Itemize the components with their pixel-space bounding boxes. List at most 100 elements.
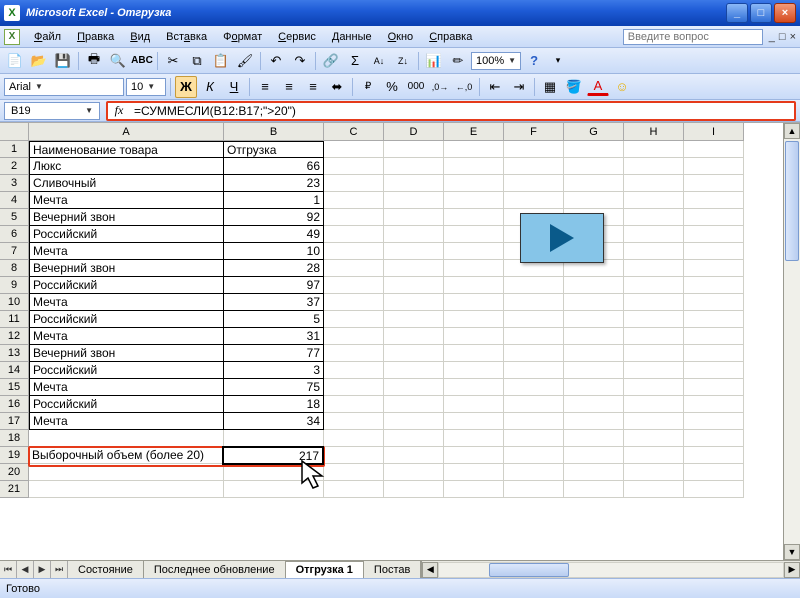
- cell-I8[interactable]: [684, 260, 744, 277]
- col-header-A[interactable]: A: [29, 123, 224, 141]
- sheet-tab-2[interactable]: Отгрузка 1: [286, 561, 364, 578]
- font-name-combo[interactable]: Arial▼: [4, 78, 124, 96]
- scroll-track-horizontal[interactable]: [438, 562, 784, 578]
- cell-E7[interactable]: [444, 243, 504, 260]
- cell-H1[interactable]: [624, 141, 684, 158]
- cell-H16[interactable]: [624, 396, 684, 413]
- borders-icon[interactable]: ▦: [539, 76, 561, 98]
- cell-C1[interactable]: [324, 141, 384, 158]
- scroll-up-button[interactable]: ▲: [784, 123, 800, 139]
- cell-F17[interactable]: [504, 413, 564, 430]
- cell-I5[interactable]: [684, 209, 744, 226]
- cell-C2[interactable]: [324, 158, 384, 175]
- cell-D8[interactable]: [384, 260, 444, 277]
- cell-H8[interactable]: [624, 260, 684, 277]
- spellcheck-icon[interactable]: ABC: [131, 50, 153, 72]
- cell-F20[interactable]: [504, 464, 564, 481]
- cell-H20[interactable]: [624, 464, 684, 481]
- cell-A16[interactable]: Российский: [29, 396, 224, 413]
- close-button[interactable]: ×: [774, 3, 796, 23]
- comma-icon[interactable]: 000: [405, 76, 427, 98]
- cell-B18[interactable]: [224, 430, 324, 447]
- cell-G16[interactable]: [564, 396, 624, 413]
- cell-E19[interactable]: [444, 447, 504, 464]
- cell-D16[interactable]: [384, 396, 444, 413]
- col-header-B[interactable]: B: [224, 123, 324, 141]
- cell-I7[interactable]: [684, 243, 744, 260]
- cell-E12[interactable]: [444, 328, 504, 345]
- cell-D9[interactable]: [384, 277, 444, 294]
- row-header-10[interactable]: 10: [0, 294, 29, 311]
- cell-H6[interactable]: [624, 226, 684, 243]
- cell-H3[interactable]: [624, 175, 684, 192]
- cell-B8[interactable]: 28: [224, 260, 324, 277]
- name-box[interactable]: B19 ▼: [4, 102, 100, 120]
- maximize-button[interactable]: □: [750, 3, 772, 23]
- scroll-thumb-horizontal[interactable]: [489, 563, 569, 577]
- cell-A3[interactable]: Сливочный: [29, 175, 224, 192]
- cell-F1[interactable]: [504, 141, 564, 158]
- cell-G18[interactable]: [564, 430, 624, 447]
- cell-F11[interactable]: [504, 311, 564, 328]
- cell-D1[interactable]: [384, 141, 444, 158]
- cell-D2[interactable]: [384, 158, 444, 175]
- cell-I21[interactable]: [684, 481, 744, 498]
- cell-G21[interactable]: [564, 481, 624, 498]
- cell-I20[interactable]: [684, 464, 744, 481]
- cell-E8[interactable]: [444, 260, 504, 277]
- sort-desc-icon[interactable]: Z↓: [392, 50, 414, 72]
- paste-icon[interactable]: 📋: [210, 50, 232, 72]
- row-header-21[interactable]: 21: [0, 481, 29, 498]
- cell-A14[interactable]: Российский: [29, 362, 224, 379]
- cell-I16[interactable]: [684, 396, 744, 413]
- cell-C14[interactable]: [324, 362, 384, 379]
- row-header-9[interactable]: 9: [0, 277, 29, 294]
- cell-F9[interactable]: [504, 277, 564, 294]
- cell-B14[interactable]: 3: [224, 362, 324, 379]
- cell-F16[interactable]: [504, 396, 564, 413]
- cell-D7[interactable]: [384, 243, 444, 260]
- cell-A11[interactable]: Российский: [29, 311, 224, 328]
- cell-G9[interactable]: [564, 277, 624, 294]
- row-header-11[interactable]: 11: [0, 311, 29, 328]
- cell-G15[interactable]: [564, 379, 624, 396]
- tab-first-button[interactable]: ⏮: [0, 561, 17, 578]
- row-header-17[interactable]: 17: [0, 413, 29, 430]
- doc-icon[interactable]: X: [4, 29, 20, 45]
- cell-I14[interactable]: [684, 362, 744, 379]
- percent-icon[interactable]: %: [381, 76, 403, 98]
- cell-C16[interactable]: [324, 396, 384, 413]
- chart-wizard-icon[interactable]: 📊: [423, 50, 445, 72]
- cell-A7[interactable]: Мечта: [29, 243, 224, 260]
- cell-F10[interactable]: [504, 294, 564, 311]
- cell-B15[interactable]: 75: [224, 379, 324, 396]
- cell-A6[interactable]: Российский: [29, 226, 224, 243]
- cell-B11[interactable]: 5: [224, 311, 324, 328]
- cell-A10[interactable]: Мечта: [29, 294, 224, 311]
- row-header-12[interactable]: 12: [0, 328, 29, 345]
- cell-D12[interactable]: [384, 328, 444, 345]
- cell-F14[interactable]: [504, 362, 564, 379]
- cell-H11[interactable]: [624, 311, 684, 328]
- sheet-tab-0[interactable]: Состояние: [68, 561, 144, 578]
- cell-E14[interactable]: [444, 362, 504, 379]
- cell-H10[interactable]: [624, 294, 684, 311]
- cell-A17[interactable]: Мечта: [29, 413, 224, 430]
- scroll-down-button[interactable]: ▼: [784, 544, 800, 560]
- cell-I10[interactable]: [684, 294, 744, 311]
- cell-B7[interactable]: 10: [224, 243, 324, 260]
- tab-next-button[interactable]: ▶: [34, 561, 51, 578]
- cell-B20[interactable]: [224, 464, 324, 481]
- cell-E13[interactable]: [444, 345, 504, 362]
- cell-I19[interactable]: [684, 447, 744, 464]
- scroll-left-button[interactable]: ◀: [422, 562, 438, 578]
- active-cell-b19[interactable]: 217: [222, 446, 324, 465]
- cell-A5[interactable]: Вечерний звон: [29, 209, 224, 226]
- underline-button[interactable]: Ч: [223, 76, 245, 98]
- cell-H2[interactable]: [624, 158, 684, 175]
- cell-I13[interactable]: [684, 345, 744, 362]
- cell-A8[interactable]: Вечерний звон: [29, 260, 224, 277]
- cell-G13[interactable]: [564, 345, 624, 362]
- align-right-icon[interactable]: ≡: [302, 76, 324, 98]
- cell-B9[interactable]: 97: [224, 277, 324, 294]
